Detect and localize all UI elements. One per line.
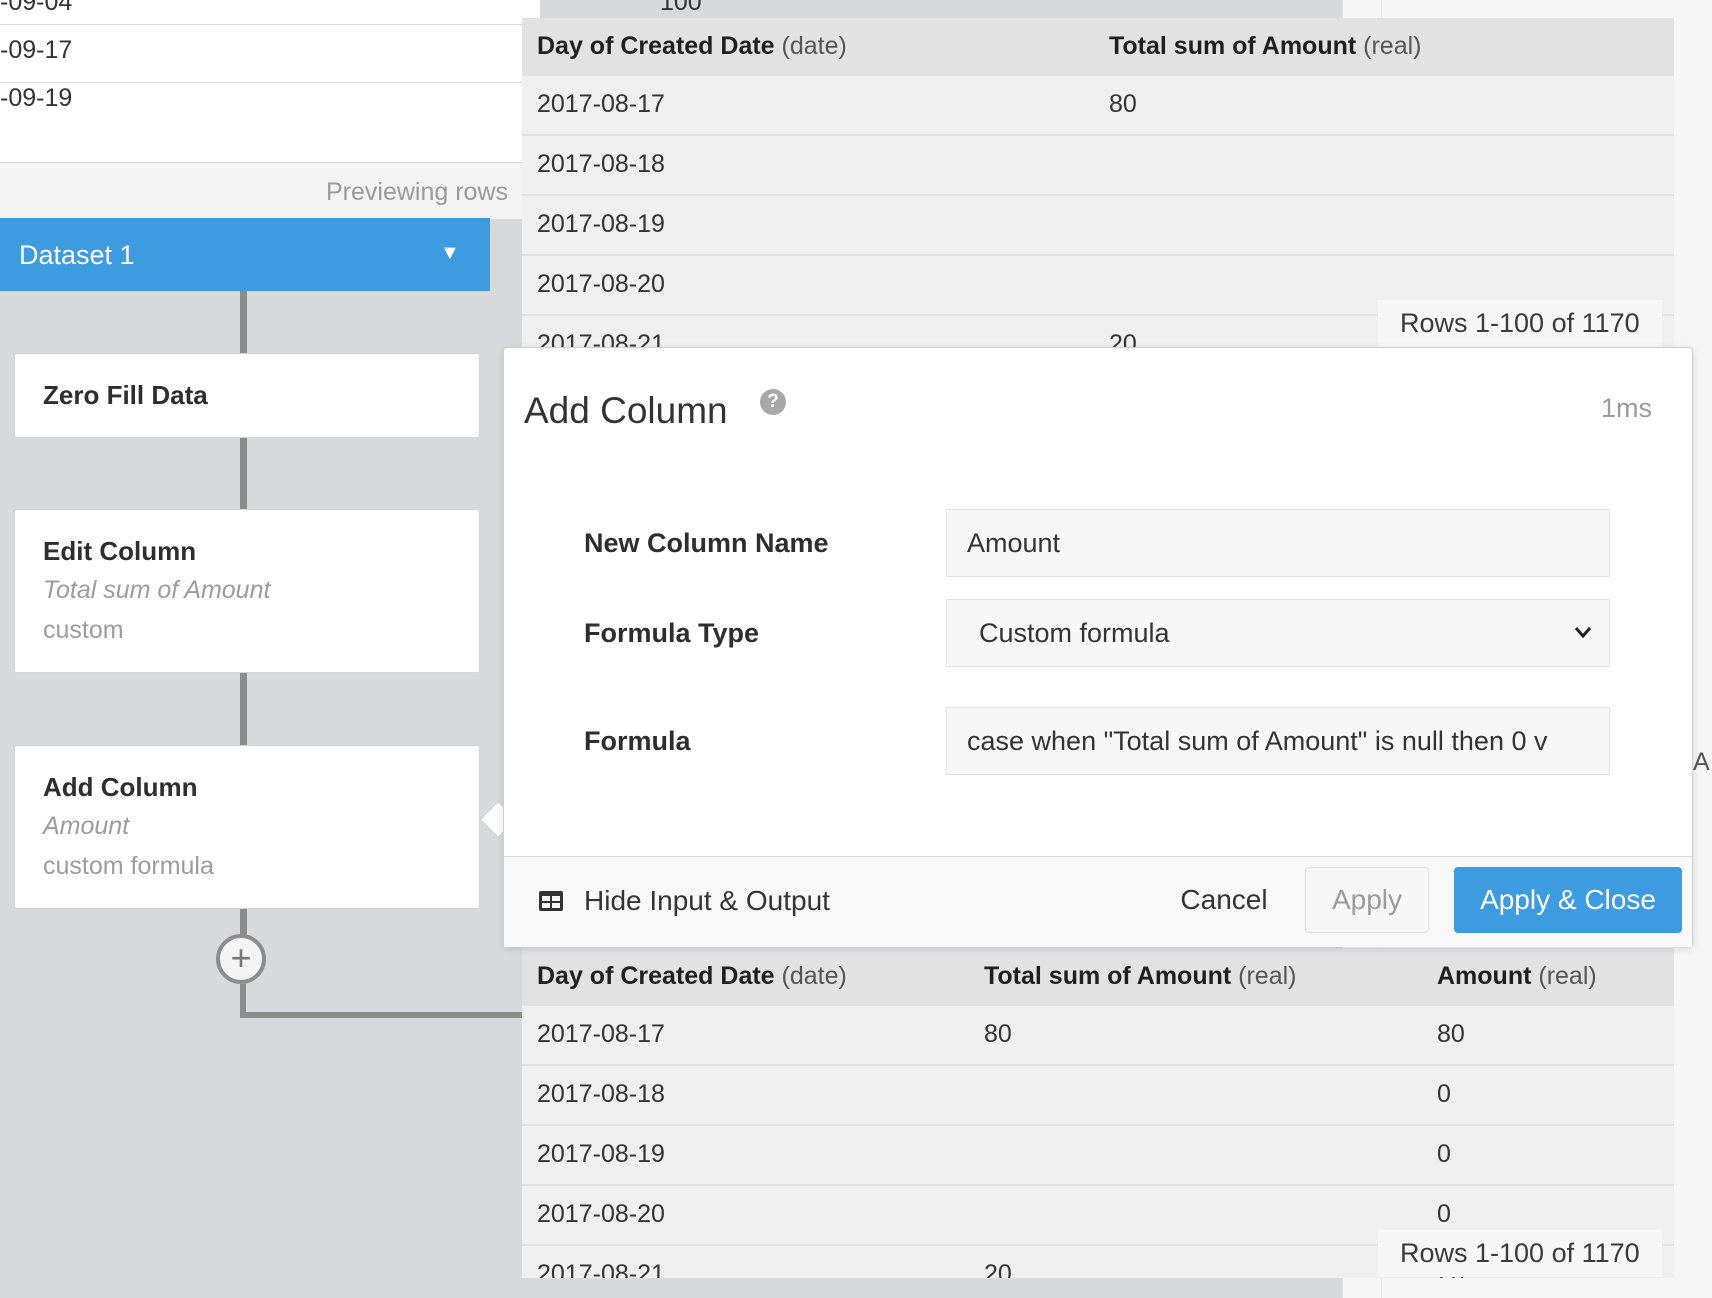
step-title: Zero Fill Data (43, 380, 208, 410)
table-row: 2017-08-19 0 (522, 1126, 1674, 1186)
table-cell: 2017-08-20 (537, 270, 665, 298)
apply-and-close-button[interactable]: Apply & Close (1454, 867, 1682, 933)
table-row: -09-19 (0, 84, 540, 132)
table-cell-date: -09-04 (0, 0, 73, 16)
table-cell-value: 100 (660, 0, 702, 16)
table-header: Day of Created Date (date) Total sum of … (522, 948, 1674, 1006)
table-cell: 20 (984, 1260, 1012, 1278)
table-cell: 0 (1437, 1140, 1451, 1168)
strip-edge-text: A (1693, 748, 1710, 776)
background-preview-table: -09-04 100 -09-17 -09-19 (0, 0, 702, 162)
step-card-zero-fill[interactable]: Zero Fill Data (14, 353, 480, 438)
step-subtitle: Total sum of Amount (43, 576, 271, 604)
table-cell: 0 (1437, 1080, 1451, 1108)
table-row: 2017-08-18 0 (522, 1066, 1674, 1126)
step-title: Add Column (43, 772, 198, 802)
table-cell: 80 (1437, 1020, 1465, 1048)
table-cell: 2017-08-18 (537, 1080, 665, 1108)
table-cell: 2017-08-18 (537, 150, 665, 178)
dataset-label: Dataset 1 (19, 240, 135, 270)
table-cell: 2017-08-19 (537, 1140, 665, 1168)
add-step-button[interactable]: + (216, 934, 266, 984)
preview-status-bar: Previewing rows (0, 162, 540, 219)
cancel-button[interactable]: Cancel (1164, 867, 1284, 933)
plus-icon: + (230, 937, 252, 978)
preview-rows-text: Previewing rows (326, 178, 509, 206)
table-cell: 2017-08-19 (537, 210, 665, 238)
dropdown-caret-icon: ▼ (440, 242, 460, 264)
step-title: Edit Column (43, 536, 197, 566)
table-cell: 2017-08-17 (537, 1020, 665, 1048)
pipeline-connector (240, 438, 247, 510)
new-column-name-input[interactable]: Amount (946, 509, 1610, 577)
column-header: Total sum of Amount (real) (1109, 32, 1422, 60)
table-row: 2017-08-17 80 80 (522, 1006, 1674, 1066)
table-cell-date: -09-17 (0, 36, 73, 64)
table-cell: 2017-08-21 (537, 1260, 665, 1278)
rows-count-badge: Rows 1-100 of 1170 (1378, 1230, 1662, 1277)
pipeline-connector (240, 1012, 525, 1018)
dialog-title: Add Column (524, 390, 728, 431)
formula-type-label: Formula Type (584, 618, 760, 648)
table-cell: 80 (984, 1020, 1012, 1048)
add-column-dialog: Add Column ? 1ms New Column Name Amount … (503, 347, 1693, 947)
table-row: 2017-08-17 80 (522, 76, 1674, 136)
apply-button[interactable]: Apply (1305, 867, 1429, 933)
formula-label: Formula (584, 726, 691, 756)
column-header: Day of Created Date (date) (537, 962, 847, 990)
column-header: Amount (real) (1437, 962, 1597, 990)
pipeline-connector (240, 291, 247, 355)
column-header: Day of Created Date (date) (537, 32, 847, 60)
table-cell: 0 (1437, 1200, 1451, 1228)
step-subtitle: Amount (43, 812, 130, 840)
chevron-down-icon (1573, 600, 1593, 666)
execution-time: 1ms (1600, 393, 1652, 423)
pipeline-connector (240, 908, 247, 936)
new-column-name-label: New Column Name (584, 528, 829, 558)
table-cell-date: -09-19 (0, 84, 73, 112)
dataset-selector[interactable]: Dataset 1 ▼ (0, 218, 490, 291)
table-row: 2017-08-18 (522, 136, 1674, 196)
rows-count-badge: Rows 1-100 of 1170 (1378, 300, 1662, 347)
column-header: Total sum of Amount (real) (984, 962, 1297, 990)
table-row: -09-04 100 (0, 0, 702, 25)
dialog-footer: Hide Input & Output Cancel Apply Apply &… (504, 856, 1692, 947)
table-row: -09-17 (0, 34, 540, 83)
step-card-edit-column[interactable]: Edit Column Total sum of Amount custom (14, 509, 480, 673)
help-icon[interactable]: ? (760, 389, 786, 415)
table-cell: 2017-08-17 (537, 90, 665, 118)
table-row: 2017-08-19 (522, 196, 1674, 256)
step-meta: custom (43, 616, 124, 644)
formula-type-value: Custom formula (979, 618, 1170, 648)
table-icon (539, 891, 563, 911)
hide-input-output-button[interactable]: Hide Input & Output (584, 885, 830, 917)
formula-type-select[interactable]: Custom formula (946, 599, 1610, 667)
step-card-add-column[interactable]: Add Column Amount custom formula (14, 745, 480, 909)
formula-input[interactable]: case when "Total sum of Amount" is null … (946, 707, 1610, 775)
table-cell: 2017-08-20 (537, 1200, 665, 1228)
pipeline-connector (240, 672, 247, 746)
table-header: Day of Created Date (date) Total sum of … (522, 18, 1674, 76)
output-data-table: Day of Created Date (date) Total sum of … (522, 948, 1674, 1278)
table-cell: 80 (1109, 90, 1137, 118)
step-meta: custom formula (43, 852, 214, 880)
